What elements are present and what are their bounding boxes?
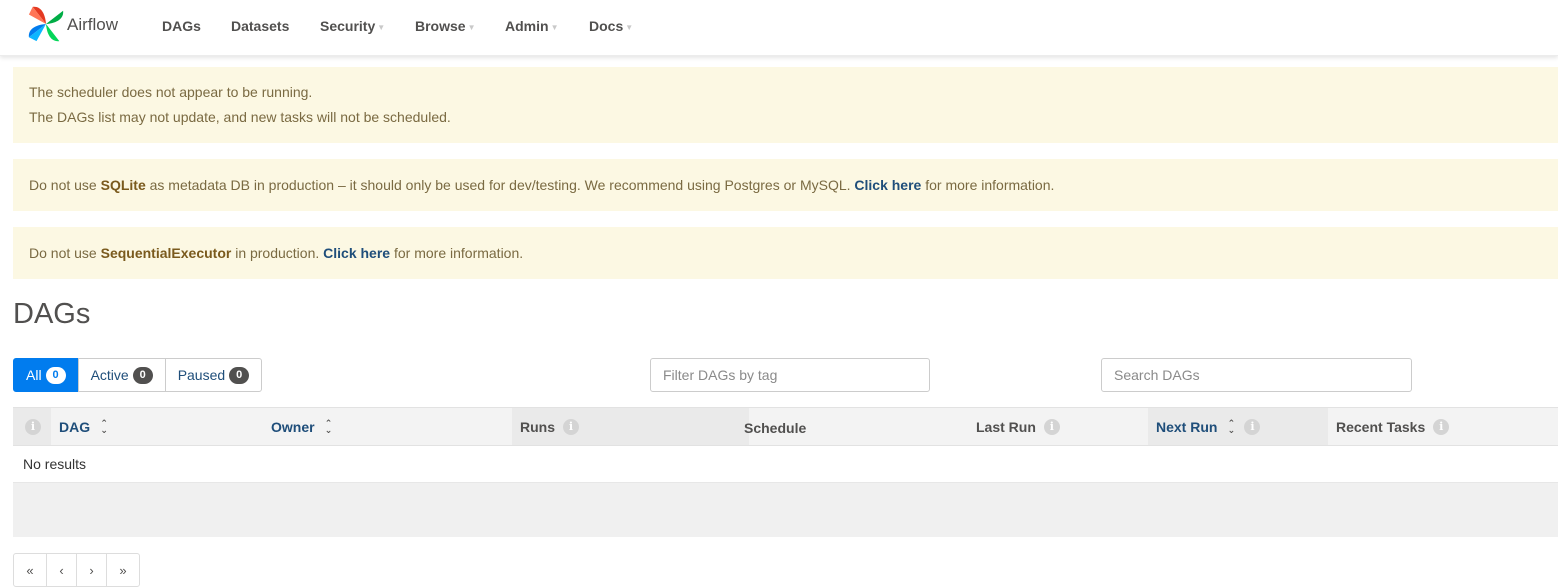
header-last-run: Last Run i	[976, 408, 1060, 445]
caret-down-icon: ▼	[377, 23, 386, 32]
header-recent-tasks-label: Recent Tasks	[1336, 418, 1426, 435]
nav-browse-label: Browse	[415, 18, 466, 34]
search-dags-input[interactable]	[1101, 358, 1412, 392]
header-runs-label: Runs	[520, 418, 555, 435]
header-owner-sort[interactable]: Owner ⌃ ⌄	[271, 408, 334, 445]
nav-dags[interactable]: DAGs	[162, 18, 201, 34]
status-tab-active-label: Active	[90, 367, 129, 383]
sort-icon: ⌃ ⌄	[324, 417, 333, 435]
header-dag-label: DAG	[59, 418, 91, 435]
no-results-message: No results	[23, 456, 87, 472]
info-icon[interactable]: i	[1043, 418, 1060, 435]
info-icon[interactable]: i	[563, 418, 579, 435]
nav-security-label: Security	[320, 18, 376, 34]
status-tab-paused-label: Paused	[177, 367, 226, 383]
airflow-pinwheel-icon	[28, 6, 64, 42]
table-row: No results	[13, 446, 1558, 483]
header-owner-label: Owner	[271, 418, 315, 435]
scheduler-warning-line2: The DAGs list may not update, and new ta…	[29, 109, 451, 125]
dag-status-filter: All 0 Active 0 Paused 0	[13, 358, 263, 392]
nav-docs-label: Docs	[589, 18, 624, 34]
status-tab-all-count: 0	[45, 366, 66, 384]
tag-filter-input[interactable]	[650, 358, 930, 392]
header-runs: Runs i	[520, 408, 579, 445]
sqlite-warning-alert: Do not use SQLite as metadata DB in prod…	[13, 159, 1558, 211]
page-title: DAGs	[13, 298, 91, 330]
pagination-last-button[interactable]: »	[106, 553, 140, 587]
nav-browse-menu[interactable]: Browse ▼	[415, 18, 476, 36]
sort-icon: ⌃ ⌄	[1227, 417, 1236, 435]
pagination: « ‹ › »	[13, 553, 140, 587]
nav-datasets[interactable]: Datasets	[231, 18, 289, 34]
executor-click-here-link[interactable]: Click here	[323, 245, 390, 261]
sqlite-warning-post: for more information.	[921, 177, 1055, 193]
brand-logo-link[interactable]: Airflow	[27, 5, 118, 45]
header-next-run-label: Next Run	[1156, 418, 1218, 435]
status-tab-active-count: 0	[132, 366, 153, 384]
info-icon: i	[25, 418, 41, 435]
header-schedule-label: Schedule	[744, 419, 807, 436]
nav-security-menu[interactable]: Security ▼	[320, 18, 385, 36]
executor-warning-strong: SequentialExecutor	[100, 245, 232, 261]
brand-name: Airflow	[67, 15, 119, 34]
info-icon[interactable]: i	[1244, 418, 1261, 435]
scheduler-warning-alert: The scheduler does not appear to be runn…	[13, 67, 1558, 143]
pagination-next-button[interactable]: ›	[76, 553, 107, 587]
sqlite-warning-text: Do not use SQLite as metadata DB in prod…	[29, 177, 1054, 193]
table-empty-area	[13, 483, 1558, 537]
executor-warning-alert: Do not use SequentialExecutor in product…	[13, 227, 1558, 279]
status-tab-paused[interactable]: Paused 0	[164, 358, 263, 392]
executor-warning-post: for more information.	[390, 245, 524, 261]
caret-down-icon: ▼	[625, 23, 634, 32]
nav-admin-label: Admin	[505, 18, 549, 34]
executor-warning-text: Do not use SequentialExecutor in product…	[29, 245, 523, 261]
header-dag-sort[interactable]: DAG ⌃ ⌄	[59, 408, 109, 445]
pagination-first-button[interactable]: «	[13, 553, 47, 587]
sqlite-warning-mid: as metadata DB in production – it should…	[145, 177, 855, 193]
header-info[interactable]: i	[25, 408, 41, 445]
pagination-prev-button[interactable]: ‹	[46, 553, 77, 587]
nav-docs-menu[interactable]: Docs ▼	[589, 18, 633, 36]
executor-warning-mid: in production.	[231, 245, 324, 261]
nav-admin-menu[interactable]: Admin ▼	[505, 18, 558, 36]
status-tab-all-label: All	[26, 367, 42, 383]
dags-table-header: i DAG ⌃ ⌄ Owner ⌃ ⌄ Runs i Schedule Last R…	[13, 407, 1558, 446]
scheduler-warning-line1: The scheduler does not appear to be runn…	[29, 84, 313, 100]
sqlite-warning-strong: SQLite	[100, 177, 146, 193]
info-icon[interactable]: i	[1433, 418, 1450, 435]
status-tab-active[interactable]: Active 0	[77, 358, 166, 392]
header-last-run-label: Last Run	[976, 418, 1036, 435]
status-tab-paused-count: 0	[229, 366, 250, 384]
header-schedule: Schedule	[744, 409, 806, 446]
sqlite-warning-pre: Do not use	[29, 177, 101, 193]
status-tab-all[interactable]: All 0	[13, 358, 79, 392]
header-recent-tasks: Recent Tasks i	[1336, 408, 1450, 445]
executor-warning-pre: Do not use	[29, 245, 101, 261]
header-next-run-sort[interactable]: Next Run ⌃ ⌄ i	[1156, 408, 1261, 445]
top-navbar: Airflow DAGs Datasets Security ▼ Browse ▼ …	[0, 0, 1558, 56]
sort-icon: ⌃ ⌄	[100, 417, 108, 435]
sqlite-click-here-link[interactable]: Click here	[854, 177, 921, 193]
caret-down-icon: ▼	[467, 23, 476, 32]
caret-down-icon: ▼	[550, 23, 559, 32]
